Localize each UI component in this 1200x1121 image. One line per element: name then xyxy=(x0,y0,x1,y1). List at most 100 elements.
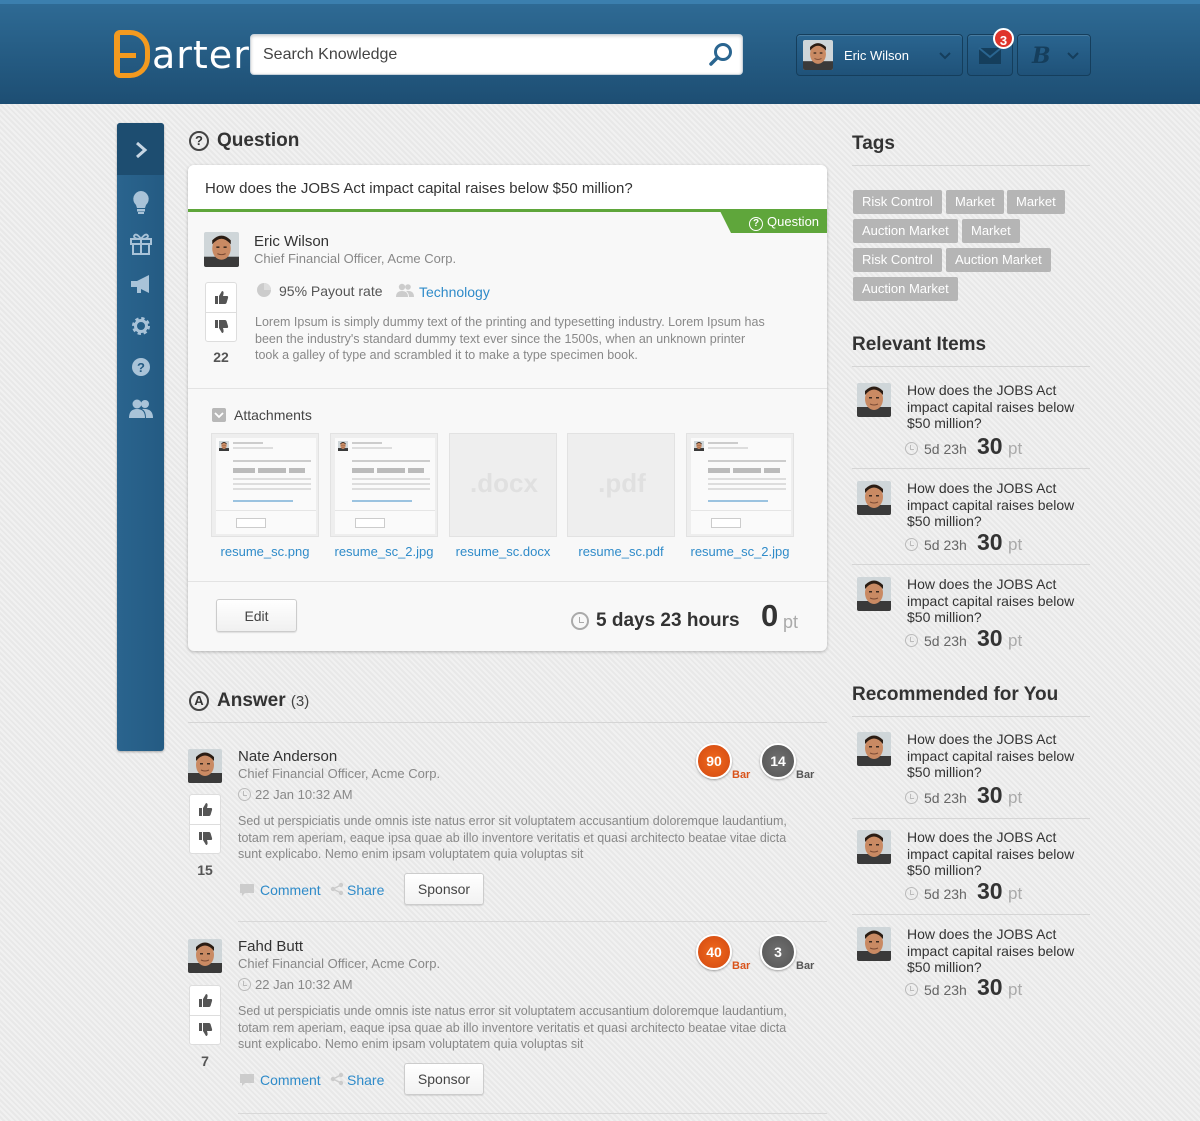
badge-label: Bar xyxy=(732,769,751,781)
item-points: 30 xyxy=(977,433,1003,459)
share-icon xyxy=(330,1072,344,1086)
relevant-item-link[interactable]: How does the JOBS Act impact capital rais… xyxy=(907,382,1087,432)
avatar xyxy=(803,40,833,70)
mail-icon xyxy=(978,47,1002,64)
tag-chip[interactable]: Risk Control xyxy=(853,248,942,272)
answer-author-name[interactable]: Fahd Butt xyxy=(238,938,303,955)
comment-link[interactable]: Comment xyxy=(260,882,321,898)
attachment-link[interactable]: resume_sc.docx xyxy=(444,544,562,559)
item-points-unit: pt xyxy=(1008,439,1023,458)
preview-line xyxy=(708,500,768,502)
author-name[interactable]: Eric Wilson xyxy=(254,233,329,250)
megaphone-icon[interactable] xyxy=(128,271,154,297)
item-points: 30 xyxy=(977,625,1003,651)
attachment-link[interactable]: resume_sc.png xyxy=(206,544,324,559)
avatar[interactable] xyxy=(857,830,891,864)
relevant-item-link[interactable]: How does the JOBS Act impact capital rais… xyxy=(907,480,1087,530)
avatar[interactable] xyxy=(857,577,891,611)
thumbs-down-icon[interactable] xyxy=(198,1022,213,1037)
sponsor-button[interactable]: Sponsor xyxy=(404,873,484,905)
thumbs-down-icon[interactable] xyxy=(198,831,213,846)
clock-icon xyxy=(238,788,251,801)
answer-author-name[interactable]: Nate Anderson xyxy=(238,748,337,765)
doc-preview xyxy=(335,438,435,534)
attachment-thumb[interactable] xyxy=(686,433,794,537)
tag-chip[interactable]: Auction Market xyxy=(853,219,958,243)
preview-line xyxy=(233,488,311,490)
divider xyxy=(238,921,827,922)
recommended-item-link[interactable]: How does the JOBS Act impact capital rais… xyxy=(907,926,1087,976)
comment-link[interactable]: Comment xyxy=(260,1072,321,1088)
sidebar-toggle[interactable] xyxy=(117,123,164,175)
avatar[interactable] xyxy=(857,481,891,515)
relevant-item-link[interactable]: How does the JOBS Act impact capital rais… xyxy=(907,576,1087,626)
tag-chip[interactable]: Market xyxy=(946,190,1004,214)
gift-icon[interactable] xyxy=(128,230,154,256)
thumbs-up-icon[interactable] xyxy=(198,802,213,817)
thumbs-up-icon[interactable] xyxy=(198,993,213,1008)
chevron-right-icon xyxy=(136,141,148,159)
help-icon[interactable]: ? xyxy=(128,354,154,380)
attachment-link[interactable]: resume_sc.pdf xyxy=(562,544,680,559)
tag-chip[interactable]: Auction Market xyxy=(853,277,958,301)
thumbs-up-icon[interactable] xyxy=(214,290,229,305)
preview-line xyxy=(233,483,311,485)
search-input[interactable] xyxy=(263,43,693,67)
item-time: 5d 23h xyxy=(924,982,967,998)
clock-icon xyxy=(905,442,918,455)
item-time: 5d 23h xyxy=(924,633,967,649)
score-badge: 40 xyxy=(696,934,732,970)
badge-label: Bar xyxy=(732,960,751,972)
avatar[interactable] xyxy=(188,939,222,973)
recommended-item-link[interactable]: How does the JOBS Act impact capital rais… xyxy=(907,731,1087,781)
vote-box xyxy=(205,282,237,342)
attachment-thumb[interactable]: .docx xyxy=(449,433,557,537)
avatar[interactable] xyxy=(188,749,222,783)
collapse-icon[interactable] xyxy=(212,408,226,422)
payout-rate: 95% Payout rate xyxy=(279,283,383,299)
thumbs-down-icon[interactable] xyxy=(214,319,229,334)
answer-author-role: Chief Financial Officer, Acme Corp. xyxy=(238,956,441,971)
tag-chip[interactable]: Risk Control xyxy=(853,190,942,214)
tag-chip[interactable]: Market xyxy=(1007,190,1065,214)
recommended-item-link[interactable]: How does the JOBS Act impact capital rais… xyxy=(907,829,1087,879)
sponsor-button[interactable]: Sponsor xyxy=(404,1063,484,1095)
preview-line xyxy=(233,447,273,449)
attachment-link[interactable]: resume_sc_2.jpg xyxy=(325,544,443,559)
user-menu[interactable]: Eric Wilson xyxy=(796,34,963,76)
tags-title: Tags xyxy=(852,133,895,154)
divider xyxy=(852,716,1090,717)
attachment-link[interactable]: resume_sc_2.jpg xyxy=(681,544,799,559)
score-badge: 90 xyxy=(696,743,732,779)
attachment-thumb[interactable] xyxy=(330,433,438,537)
gear-icon[interactable] xyxy=(128,313,154,339)
lightbulb-icon[interactable] xyxy=(128,189,154,215)
vote-count: 15 xyxy=(197,862,213,878)
attachment-thumb[interactable]: .pdf xyxy=(567,433,675,537)
share-link[interactable]: Share xyxy=(347,1072,384,1088)
share-link[interactable]: Share xyxy=(347,882,384,898)
answer-count: (3) xyxy=(290,693,310,710)
question-card: How does the JOBS Act impact capital rai… xyxy=(188,165,827,651)
users-icon[interactable] xyxy=(128,396,154,422)
search-icon[interactable] xyxy=(708,42,734,68)
vote-box xyxy=(189,985,221,1045)
avatar[interactable] xyxy=(204,232,239,267)
file-extension: .pdf xyxy=(598,468,646,498)
avatar[interactable] xyxy=(857,732,891,766)
item-points-unit: pt xyxy=(1008,980,1023,999)
preview-tag xyxy=(408,468,424,473)
account-menu[interactable]: B xyxy=(1017,34,1091,76)
preview-line xyxy=(352,500,412,502)
attachment-thumb[interactable] xyxy=(211,433,319,537)
avatar[interactable] xyxy=(857,927,891,961)
barter-logo[interactable]: arter xyxy=(114,22,250,78)
avatar[interactable] xyxy=(857,383,891,417)
tag-chip[interactable]: Auction Market xyxy=(946,248,1051,272)
divider xyxy=(852,564,1090,565)
edit-button[interactable]: Edit xyxy=(216,599,297,632)
tag-chip[interactable]: Market xyxy=(962,219,1020,243)
time-remaining: 5 days 23 hours xyxy=(596,610,740,631)
vote-count: 7 xyxy=(201,1053,209,1069)
category-link[interactable]: Technology xyxy=(419,284,490,300)
